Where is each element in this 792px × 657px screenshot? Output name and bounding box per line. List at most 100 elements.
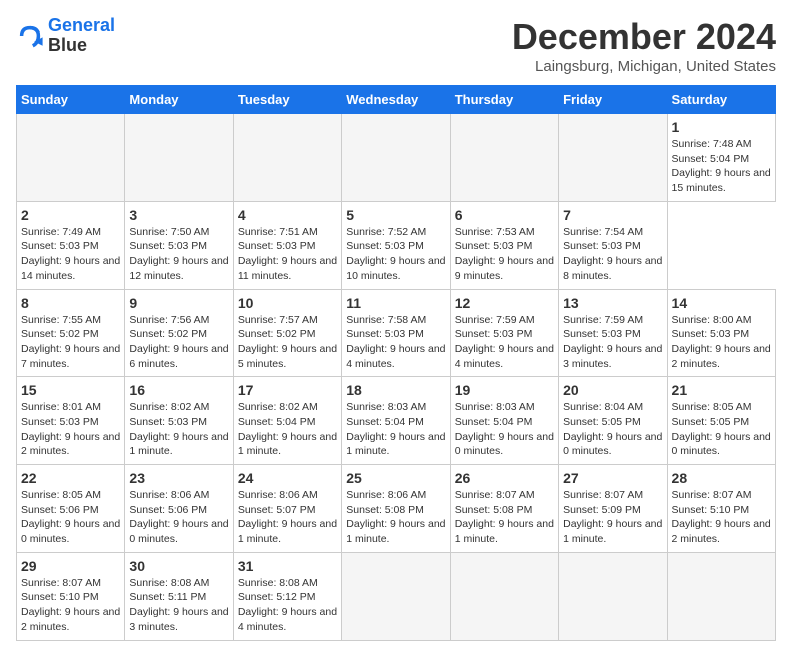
calendar-cell-empty	[559, 114, 667, 202]
day-number: 21	[672, 382, 771, 398]
calendar-cell-day-9: 9 Sunrise: 7:56 AMSunset: 5:02 PMDaylight…	[125, 289, 233, 377]
day-info: Sunrise: 8:01 AMSunset: 5:03 PMDaylight:…	[21, 400, 120, 459]
day-info: Sunrise: 8:05 AMSunset: 5:05 PMDaylight:…	[672, 400, 771, 459]
calendar-cell-day-26: 26 Sunrise: 8:07 AMSunset: 5:08 PMDayligh…	[450, 465, 558, 553]
day-number: 24	[238, 470, 337, 486]
day-info: Sunrise: 7:50 AMSunset: 5:03 PMDaylight:…	[129, 225, 228, 284]
day-number: 4	[238, 207, 337, 223]
day-info: Sunrise: 8:02 AMSunset: 5:03 PMDaylight:…	[129, 400, 228, 459]
calendar-cell-day-8: 8 Sunrise: 7:55 AMSunset: 5:02 PMDaylight…	[17, 289, 125, 377]
calendar-cell-day-30: 30 Sunrise: 8:08 AMSunset: 5:11 PMDayligh…	[125, 552, 233, 640]
calendar-cell-day-3: 3 Sunrise: 7:50 AMSunset: 5:03 PMDaylight…	[125, 201, 233, 289]
calendar-cell-day-14: 14 Sunrise: 8:00 AMSunset: 5:03 PMDayligh…	[667, 289, 775, 377]
day-info: Sunrise: 8:06 AMSunset: 5:08 PMDaylight:…	[346, 488, 445, 547]
calendar-cell-day-22: 22 Sunrise: 8:05 AMSunset: 5:06 PMDayligh…	[17, 465, 125, 553]
day-number: 22	[21, 470, 120, 486]
calendar-cell-empty	[233, 114, 341, 202]
day-number: 17	[238, 382, 337, 398]
day-info: Sunrise: 8:07 AMSunset: 5:10 PMDaylight:…	[21, 576, 120, 635]
day-number: 15	[21, 382, 120, 398]
day-number: 10	[238, 295, 337, 311]
location: Laingsburg, Michigan, United States	[512, 58, 776, 75]
day-number: 26	[455, 470, 554, 486]
calendar-cell-day-18: 18 Sunrise: 8:03 AMSunset: 5:04 PMDayligh…	[342, 377, 450, 465]
calendar-week-4: 15 Sunrise: 8:01 AMSunset: 5:03 PMDayligh…	[17, 377, 776, 465]
day-info: Sunrise: 8:08 AMSunset: 5:11 PMDaylight:…	[129, 576, 228, 635]
day-number: 29	[21, 558, 120, 574]
calendar-week-1: 1Sunrise: 7:48 AMSunset: 5:04 PMDaylight…	[17, 114, 776, 202]
day-number: 20	[563, 382, 662, 398]
calendar-cell-empty	[125, 114, 233, 202]
day-info: Sunrise: 7:48 AMSunset: 5:04 PMDaylight:…	[672, 137, 771, 196]
calendar-cell-day-21: 21 Sunrise: 8:05 AMSunset: 5:05 PMDayligh…	[667, 377, 775, 465]
day-number: 6	[455, 207, 554, 223]
day-info: Sunrise: 8:06 AMSunset: 5:06 PMDaylight:…	[129, 488, 228, 547]
day-number: 5	[346, 207, 445, 223]
day-info: Sunrise: 8:07 AMSunset: 5:09 PMDaylight:…	[563, 488, 662, 547]
day-info: Sunrise: 8:04 AMSunset: 5:05 PMDaylight:…	[563, 400, 662, 459]
calendar-cell-day-4: 4 Sunrise: 7:51 AMSunset: 5:03 PMDaylight…	[233, 201, 341, 289]
day-number: 3	[129, 207, 228, 223]
calendar-cell-day-28: 28Sunrise: 8:07 AMSunset: 5:10 PMDayligh…	[667, 465, 775, 553]
calendar-week-3: 8 Sunrise: 7:55 AMSunset: 5:02 PMDaylight…	[17, 289, 776, 377]
day-info: Sunrise: 8:03 AMSunset: 5:04 PMDaylight:…	[346, 400, 445, 459]
day-info: Sunrise: 7:54 AMSunset: 5:03 PMDaylight:…	[563, 225, 662, 284]
calendar-cell-day-10: 10 Sunrise: 7:57 AMSunset: 5:02 PMDayligh…	[233, 289, 341, 377]
calendar-cell-day-19: 19 Sunrise: 8:03 AMSunset: 5:04 PMDayligh…	[450, 377, 558, 465]
calendar-cell-empty	[17, 114, 125, 202]
day-info: Sunrise: 7:51 AMSunset: 5:03 PMDaylight:…	[238, 225, 337, 284]
day-info: Sunrise: 8:02 AMSunset: 5:04 PMDaylight:…	[238, 400, 337, 459]
day-number: 27	[563, 470, 662, 486]
calendar-cell-day-29: 29 Sunrise: 8:07 AMSunset: 5:10 PMDayligh…	[17, 552, 125, 640]
calendar-cell-empty	[342, 114, 450, 202]
day-number: 12	[455, 295, 554, 311]
day-info: Sunrise: 8:03 AMSunset: 5:04 PMDaylight:…	[455, 400, 554, 459]
day-info: Sunrise: 7:57 AMSunset: 5:02 PMDaylight:…	[238, 313, 337, 372]
calendar-cell-day-16: 16Sunrise: 8:02 AMSunset: 5:03 PMDayligh…	[125, 377, 233, 465]
day-info: Sunrise: 7:59 AMSunset: 5:03 PMDaylight:…	[563, 313, 662, 372]
day-number: 30	[129, 558, 228, 574]
page-header: General Blue December 2024 Laingsburg, M…	[16, 16, 776, 75]
calendar-header-row: SundayMondayTuesdayWednesdayThursdayFrid…	[17, 86, 776, 114]
calendar-cell-day-25: 25 Sunrise: 8:06 AMSunset: 5:08 PMDayligh…	[342, 465, 450, 553]
calendar-header-monday: Monday	[125, 86, 233, 114]
calendar-cell-empty	[342, 552, 450, 640]
calendar-cell-empty	[450, 114, 558, 202]
day-info: Sunrise: 8:07 AMSunset: 5:08 PMDaylight:…	[455, 488, 554, 547]
calendar-header-saturday: Saturday	[667, 86, 775, 114]
day-info: Sunrise: 7:53 AMSunset: 5:03 PMDaylight:…	[455, 225, 554, 284]
calendar-week-6: 29 Sunrise: 8:07 AMSunset: 5:10 PMDayligh…	[17, 552, 776, 640]
calendar-cell-empty	[559, 552, 667, 640]
calendar-cell-day-17: 17 Sunrise: 8:02 AMSunset: 5:04 PMDayligh…	[233, 377, 341, 465]
calendar-cell-day-23: 23Sunrise: 8:06 AMSunset: 5:06 PMDayligh…	[125, 465, 233, 553]
calendar-table: SundayMondayTuesdayWednesdayThursdayFrid…	[16, 85, 776, 641]
day-number: 8	[21, 295, 120, 311]
calendar-cell-day-24: 24Sunrise: 8:06 AMSunset: 5:07 PMDayligh…	[233, 465, 341, 553]
logo-text: General Blue	[48, 16, 115, 56]
calendar-week-5: 22 Sunrise: 8:05 AMSunset: 5:06 PMDayligh…	[17, 465, 776, 553]
day-number: 7	[563, 207, 662, 223]
day-info: Sunrise: 7:55 AMSunset: 5:02 PMDaylight:…	[21, 313, 120, 372]
day-number: 19	[455, 382, 554, 398]
day-number: 9	[129, 295, 228, 311]
calendar-cell-day-15: 15 Sunrise: 8:01 AMSunset: 5:03 PMDayligh…	[17, 377, 125, 465]
day-info: Sunrise: 8:00 AMSunset: 5:03 PMDaylight:…	[672, 313, 771, 372]
calendar-header-friday: Friday	[559, 86, 667, 114]
day-number: 14	[672, 295, 771, 311]
logo-icon	[16, 22, 44, 50]
calendar-cell-day-13: 13 Sunrise: 7:59 AMSunset: 5:03 PMDayligh…	[559, 289, 667, 377]
day-info: Sunrise: 8:07 AMSunset: 5:10 PMDaylight:…	[672, 488, 771, 547]
day-info: Sunrise: 8:05 AMSunset: 5:06 PMDaylight:…	[21, 488, 120, 547]
calendar-cell-day-2: 2Sunrise: 7:49 AMSunset: 5:03 PMDaylight…	[17, 201, 125, 289]
calendar-header-thursday: Thursday	[450, 86, 558, 114]
day-number: 31	[238, 558, 337, 574]
day-info: Sunrise: 7:56 AMSunset: 5:02 PMDaylight:…	[129, 313, 228, 372]
calendar-cell-empty	[667, 552, 775, 640]
calendar-header-wednesday: Wednesday	[342, 86, 450, 114]
calendar-cell-empty	[450, 552, 558, 640]
calendar-cell-day-6: 6 Sunrise: 7:53 AMSunset: 5:03 PMDaylight…	[450, 201, 558, 289]
day-number: 18	[346, 382, 445, 398]
calendar-cell-day-5: 5Sunrise: 7:52 AMSunset: 5:03 PMDaylight…	[342, 201, 450, 289]
day-number: 13	[563, 295, 662, 311]
day-number: 25	[346, 470, 445, 486]
